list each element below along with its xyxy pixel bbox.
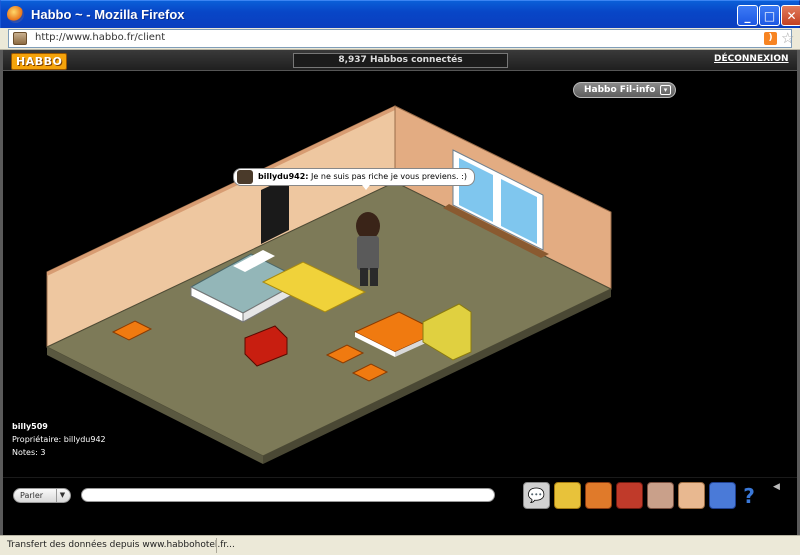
news-feed-label: Habbo Fil-info [584,85,656,95]
navigation-bar: http://www.habbo.fr/client ) ☆ [0,28,800,50]
browser-statusbar: Transfert des données depuis www.habboho… [0,535,800,555]
window-titlebar: Habbo ~ - Mozilla Firefox _ □ ✕ [0,0,800,28]
room-rating: Notes: 3 [12,448,46,457]
chevron-down-icon[interactable]: ▾ [660,85,671,95]
habbo-logo: HABBO [11,53,68,70]
room-view[interactable]: Habbo Fil-info ▾ billydu942: Je ne suis … [3,72,797,477]
status-text: Transfert des données depuis www.habboho… [7,540,235,550]
room-owner: Propriétaire: billydu942 [12,435,106,444]
chat-input[interactable] [81,488,495,502]
client-toolbar: Parler ▼ 💬 ? ◀ [3,477,797,535]
status-separator [216,538,217,553]
chat-username: billydu942: [258,172,309,181]
minimize-button[interactable]: _ [737,5,758,26]
site-favicon-icon [13,32,27,45]
maximize-button[interactable]: □ [759,5,780,26]
chat-bubble: billydu942: Je ne suis pas riche je vous… [233,168,475,190]
catalogue-icon[interactable] [616,482,643,509]
profile-icon[interactable] [554,482,581,509]
chat-avatar-icon [237,170,253,184]
firefox-icon [7,6,24,23]
room-info: billy509 Propriétaire: billydu942 Notes:… [12,420,106,459]
habbo-client: HABBO 8,937 Habbos connectés DÉCONNEXION [0,50,800,535]
games-icon[interactable] [709,482,736,509]
help-icon[interactable]: ? [740,482,758,509]
talk-mode-select[interactable]: Parler ▼ [13,488,71,503]
chat-icon[interactable]: 💬 [523,482,550,509]
chevron-down-icon[interactable]: ▼ [56,489,68,502]
online-count: 8,937 Habbos connectés [293,53,508,68]
client-topbar: HABBO 8,937 Habbos connectés DÉCONNEXION [3,50,797,71]
inventory-icon[interactable] [647,482,674,509]
navigator-icon[interactable] [585,482,612,509]
trade-hand-icon[interactable] [678,482,705,509]
chat-message: Je ne suis pas riche je vous previens. :… [311,172,467,181]
window-title: Habbo ~ - Mozilla Firefox [31,7,185,22]
bookmark-star-icon[interactable]: ☆ [781,30,794,46]
sound-icon[interactable]: ◀ [773,482,780,492]
address-bar[interactable]: http://www.habbo.fr/client ) ☆ [8,29,794,48]
url-text[interactable]: http://www.habbo.fr/client [35,32,165,43]
news-feed-button[interactable]: Habbo Fil-info ▾ [573,82,676,98]
close-button[interactable]: ✕ [781,5,800,26]
talk-mode-label: Parler [20,491,44,500]
rss-feed-icon[interactable]: ) [764,32,777,45]
room-name: billy509 [12,422,48,431]
room-scene [45,105,613,464]
toolbar-icons: 💬 ? [523,482,758,512]
bubble-tail [362,185,370,190]
logout-link[interactable]: DÉCONNEXION [714,54,789,64]
